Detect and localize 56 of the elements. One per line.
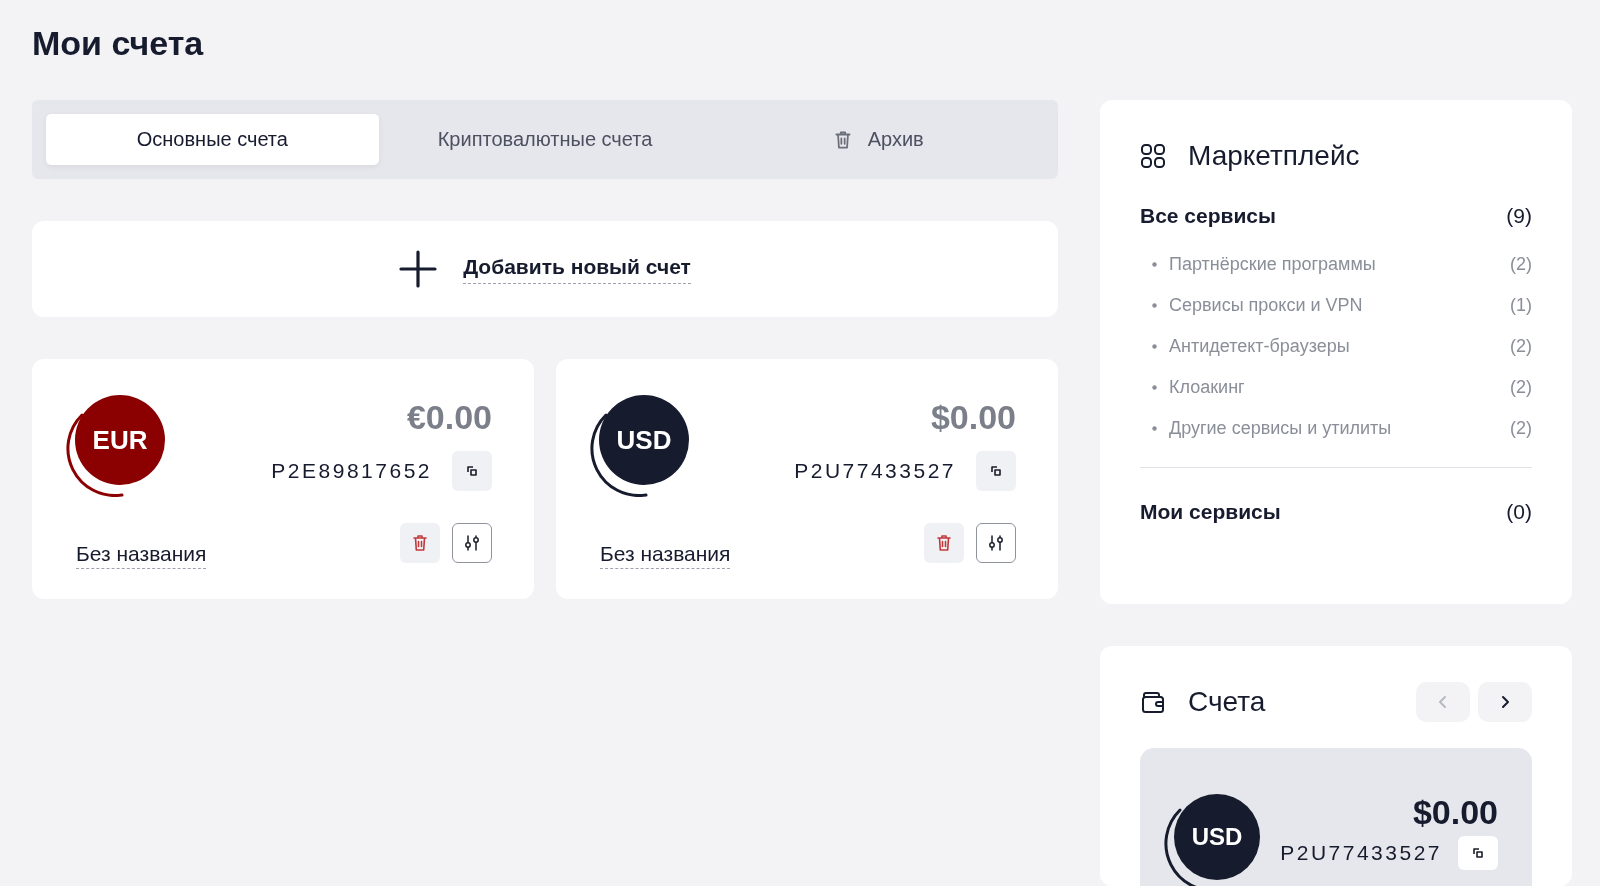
chevron-left-icon	[1438, 695, 1448, 709]
subcategory-link[interactable]: Клоакинг	[1169, 377, 1510, 398]
subcategory-link[interactable]: Партнёрские программы	[1169, 254, 1510, 275]
copy-icon	[465, 464, 479, 478]
account-name[interactable]: Без названия	[76, 542, 207, 569]
copy-button[interactable]	[1458, 836, 1498, 870]
delete-button[interactable]	[924, 523, 964, 563]
subcategory-link[interactable]: Другие сервисы и утилиты	[1169, 418, 1510, 439]
trash-icon	[410, 533, 430, 553]
subcategory-count: (2)	[1510, 418, 1532, 439]
bullet-icon	[1152, 303, 1157, 308]
delete-button[interactable]	[400, 523, 440, 563]
sliders-icon	[463, 534, 481, 552]
copy-icon	[1471, 846, 1485, 860]
bullet-icon	[1152, 385, 1157, 390]
subcategory-count: (2)	[1510, 336, 1532, 357]
add-account-link[interactable]: Добавить новый счет	[463, 254, 691, 284]
bullet-icon	[1152, 262, 1157, 267]
trash-icon	[934, 533, 954, 553]
subcategory-count: (1)	[1510, 295, 1532, 316]
panel-title: Счета	[1188, 686, 1266, 718]
balance-amount: $0.00	[1412, 792, 1498, 832]
grid-icon	[1140, 143, 1166, 169]
tab[interactable]: Основные счета	[46, 114, 379, 165]
settings-button[interactable]	[452, 523, 492, 563]
currency-badge: USD	[1174, 794, 1260, 880]
sliders-icon	[987, 534, 1005, 552]
plus-icon	[399, 250, 438, 288]
category-link[interactable]: Мои сервисы	[1140, 500, 1281, 524]
settings-button[interactable]	[976, 523, 1016, 563]
currency-badge: USD	[599, 395, 689, 485]
account-number: P2U77433527	[1280, 841, 1442, 865]
tab[interactable]: Архив	[711, 114, 1044, 165]
balance-amount: $0.00	[930, 397, 1016, 437]
copy-button[interactable]	[976, 451, 1016, 491]
subcategory-count: (2)	[1510, 377, 1532, 398]
subcategory-link[interactable]: Антидетект-браузеры	[1169, 336, 1510, 357]
balance-amount: €0.00	[406, 397, 492, 437]
chevron-right-icon	[1500, 695, 1510, 709]
subcategory-link[interactable]: Сервисы прокси и VPN	[1169, 295, 1510, 316]
bullet-icon	[1152, 344, 1157, 349]
category-count: (0)	[1506, 500, 1532, 524]
category-count: (9)	[1506, 204, 1532, 228]
panel-title: Маркетплейс	[1188, 140, 1360, 172]
tab[interactable]: Криптовалютные счета	[378, 114, 712, 165]
page-title: Мои счета	[32, 23, 205, 64]
subcategory-count: (2)	[1510, 254, 1532, 275]
account-number: P2E89817652	[271, 459, 432, 483]
account-name[interactable]: Без названия	[600, 542, 731, 569]
category-link[interactable]: Все сервисы	[1140, 204, 1276, 228]
bullet-icon	[1152, 426, 1157, 431]
currency-badge: EUR	[75, 395, 165, 485]
copy-icon	[989, 464, 1003, 478]
wallet-icon	[1140, 689, 1166, 715]
account-number: P2U77433527	[794, 459, 956, 483]
copy-button[interactable]	[452, 451, 492, 491]
